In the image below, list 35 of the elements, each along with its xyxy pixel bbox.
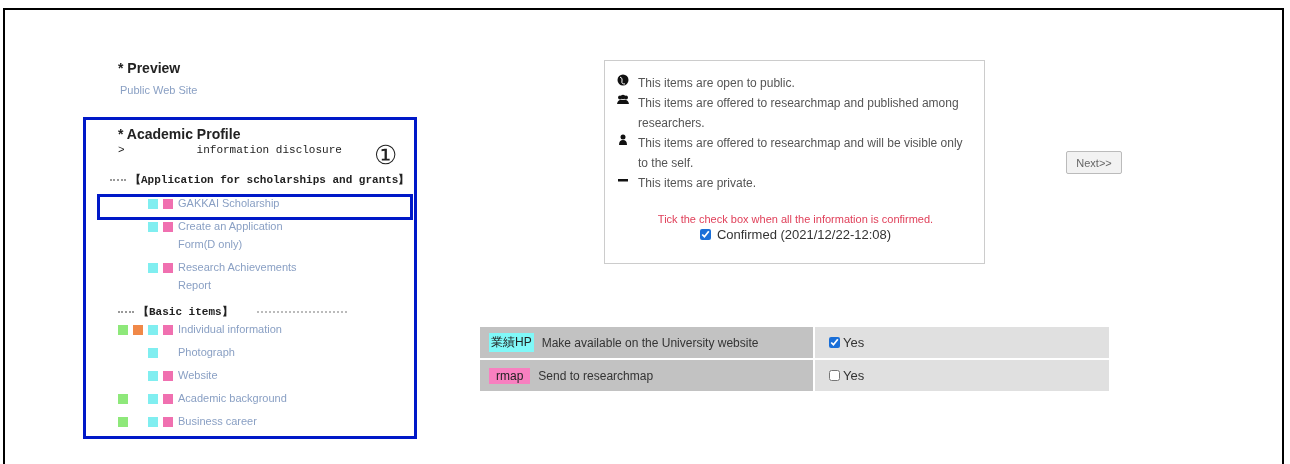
next-button[interactable]: Next>> bbox=[1066, 151, 1122, 174]
yes-label: Yes bbox=[843, 368, 865, 383]
profile-item-link[interactable]: Create an Application Form(D only) bbox=[178, 217, 308, 253]
option-text: Make available on the University website bbox=[541, 335, 759, 350]
option-tag: 業績HP bbox=[489, 333, 534, 352]
option-text: Send to researchmap bbox=[538, 368, 654, 383]
person-icon bbox=[617, 134, 629, 146]
legend-text: This items are offered to researchmap and published among researchers. bbox=[638, 95, 960, 132]
yes-checkbox[interactable] bbox=[829, 337, 840, 348]
profile-item-link[interactable]: Website bbox=[178, 366, 218, 384]
group-title: 【Application for scholarships and grants】 bbox=[130, 172, 410, 187]
profile-item-link[interactable]: Business career bbox=[178, 412, 257, 430]
expand-toggle[interactable]: > bbox=[118, 144, 125, 156]
legend-text: This items are offered to researchmap and will be visible only to the self. bbox=[638, 135, 964, 172]
yes-checkbox[interactable] bbox=[829, 370, 840, 381]
step-marker: ① bbox=[374, 140, 397, 171]
option-tag: rmap bbox=[489, 367, 531, 384]
profile-item-link[interactable]: Photograph bbox=[178, 343, 235, 361]
section-heading: * Academic Profile bbox=[118, 126, 241, 142]
confirm-label: Confirmed (2021/12/22-12:08) bbox=[716, 227, 892, 242]
profile-item-link[interactable]: Academic background bbox=[178, 389, 287, 407]
legend-text: This items are open to public. bbox=[638, 75, 795, 92]
globe-icon bbox=[617, 74, 629, 86]
yes-label: Yes bbox=[843, 335, 865, 350]
notice-text: Tick the check box when all the information is confirmed. bbox=[656, 213, 935, 225]
profile-item-link[interactable]: Individual information bbox=[178, 320, 282, 338]
legend-text: This items are private. bbox=[638, 175, 757, 192]
section-heading: * Preview bbox=[118, 60, 181, 76]
group-icon bbox=[617, 94, 629, 106]
site-link[interactable]: Public Web Site bbox=[120, 84, 198, 96]
confirm-checkbox[interactable] bbox=[699, 229, 711, 240]
subtitle: information disclosure bbox=[196, 144, 342, 156]
profile-item-link[interactable]: Research Achievements Report bbox=[178, 258, 308, 294]
profile-item-link[interactable]: GAKKAI Scholarship bbox=[178, 194, 280, 212]
group-title: 【Basic items】 bbox=[138, 304, 233, 319]
